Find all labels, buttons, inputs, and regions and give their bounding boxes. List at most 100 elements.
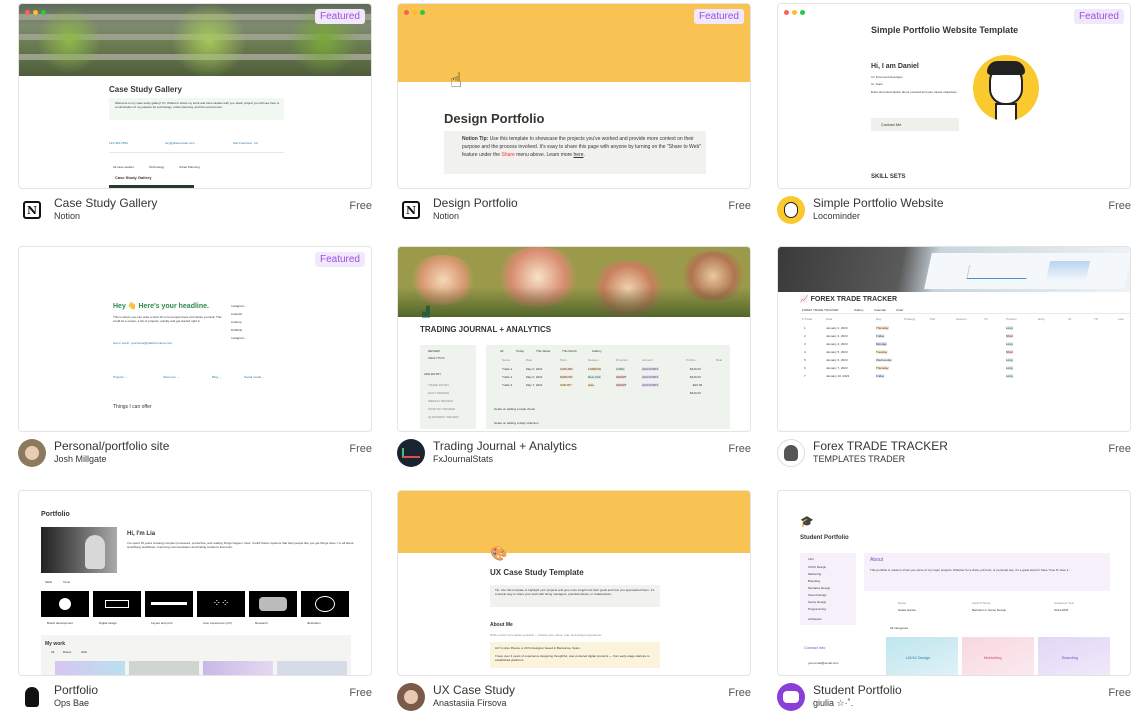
template-meta: Trading Journal + Analytics FxJournalSta… (397, 437, 751, 477)
skill-tiles: ⁘⁘ (41, 591, 351, 617)
category-tile-marketing: Marketing (962, 637, 1034, 675)
template-card-portfolio[interactable]: Portfolio Hi, I'm Lia I've spent 15 year… (18, 490, 372, 721)
window-dots (25, 10, 46, 15)
template-name[interactable]: UX Case Study (433, 683, 515, 697)
preview-headline: Hey 👋 Here's your headline. (113, 303, 209, 310)
template-card-case-study-gallery[interactable]: Featured Case Study Gallery Welcome to m… (18, 3, 372, 234)
chart-logo-icon (397, 439, 425, 467)
price-label: Free (728, 687, 751, 699)
cover-image (398, 247, 750, 317)
template-card-ux-case-study[interactable]: 🎨 UX Case Study Template Tip: Use this t… (397, 490, 751, 721)
work-section: My work All Brand Web (41, 635, 351, 675)
template-meta: UX Case Study Anastasiia Firsova Free (397, 681, 751, 721)
creator-name[interactable]: Anastasiia Firsova (433, 698, 507, 708)
price-label: Free (728, 200, 751, 212)
about-section: About This portfolio is made to show you… (864, 553, 1110, 591)
preview-title: Portfolio (41, 511, 70, 518)
cartoon-avatar-icon (18, 683, 46, 711)
creator-name[interactable]: Ops Bae (54, 698, 89, 708)
preview-title: 📈 FOREX TRADE TRACKER (800, 296, 897, 303)
profile-photo (41, 527, 117, 573)
template-meta: N Design Portfolio Notion Free (397, 194, 751, 234)
category-tile-branding: Branding (1038, 637, 1110, 675)
intro-callout: Hi! I'm Alex Rivera, a UX/UI designer ba… (490, 642, 660, 668)
preview-nav: Intro UX/UI Design Marketing Branding Na… (800, 553, 856, 625)
template-preview[interactable]: ▟ TRADING JOURNAL + ANALYTICS REVIEW ANA… (397, 246, 751, 432)
pointing-hand-icon: ☝ (450, 70, 463, 92)
notion-logo-icon: N (18, 196, 46, 224)
template-meta: Personal/portfolio site Josh Millgate Fr… (18, 437, 372, 477)
template-preview[interactable]: 🎨 UX Case Study Template Tip: Use this t… (397, 490, 751, 676)
template-card-trading-journal[interactable]: ▟ TRADING JOURNAL + ANALYTICS REVIEW ANA… (397, 246, 751, 477)
contact-button: Contact Me (871, 118, 959, 131)
person-avatar-icon (397, 683, 425, 711)
callout-box: Welcome to my case study gallery! I'm th… (109, 98, 284, 120)
price-label: Free (349, 200, 372, 212)
template-name[interactable]: Trading Journal + Analytics (433, 439, 577, 453)
featured-badge: Featured (314, 9, 365, 24)
creator-name[interactable]: Notion (54, 211, 80, 221)
template-preview[interactable]: Featured Simple Portfolio Website Templa… (777, 3, 1131, 189)
preview-title: TRADING JOURNAL + ANALYTICS (420, 325, 552, 334)
template-name[interactable]: Simple Portfolio Website (813, 196, 944, 210)
template-name[interactable]: Forex TRADE TRACKER (813, 439, 948, 453)
template-name[interactable]: Design Portfolio (433, 196, 518, 210)
preview-title: Case Study Gallery (109, 85, 182, 94)
category-tile-ux: UX/UI Design (886, 637, 958, 675)
featured-badge: Featured (1073, 9, 1124, 24)
template-name[interactable]: Personal/portfolio site (54, 439, 169, 453)
template-preview[interactable]: Featured Case Study Gallery Welcome to m… (18, 3, 372, 189)
featured-badge: Featured (693, 9, 744, 24)
template-preview[interactable]: Portfolio Hi, I'm Lia I've spent 15 year… (18, 490, 372, 676)
preview-sidebar: REVIEW ANALYTICS ADD ENTRY TRADE ENTRY D… (420, 345, 476, 429)
template-name[interactable]: Case Study Gallery (54, 196, 157, 210)
creator-name[interactable]: giulia ☆·˚. (813, 698, 853, 709)
tip-callout: Notion Tip: Use this template to showcas… (444, 131, 706, 174)
template-card-design-portfolio[interactable]: Featured ☝ Design Portfolio Notion Tip: … (397, 3, 751, 234)
preview-title: UX Case Study Template (490, 568, 584, 577)
template-preview[interactable]: Featured Hey 👋 Here's your headline. Thi… (18, 246, 372, 432)
palette-icon: 🎨 (490, 545, 508, 561)
cover-band (398, 491, 750, 553)
template-card-personal-portfolio-site[interactable]: Featured Hey 👋 Here's your headline. Thi… (18, 246, 372, 477)
window-dots (784, 10, 805, 15)
window-dots (404, 10, 425, 15)
template-preview[interactable]: 🎓 Student Portfolio Intro UX/UI Design M… (777, 490, 1131, 676)
notion-logo-icon: N (397, 196, 425, 224)
template-meta: Simple Portfolio Website Locominder Free (777, 194, 1131, 234)
creator-name[interactable]: Locominder (813, 211, 860, 221)
price-label: Free (349, 443, 372, 455)
template-preview[interactable]: Featured ☝ Design Portfolio Notion Tip: … (397, 3, 751, 189)
person-avatar-icon (777, 439, 805, 467)
template-meta: N Case Study Gallery Notion Free (18, 194, 372, 234)
preview-table: All Today This Week This Month Gallery N… (486, 345, 730, 429)
template-name[interactable]: Student Portfolio (813, 683, 902, 697)
template-card-student-portfolio[interactable]: 🎓 Student Portfolio Intro UX/UI Design M… (777, 490, 1131, 721)
price-label: Free (1108, 687, 1131, 699)
preview-title: Simple Portfolio Website Template (871, 25, 1019, 35)
creator-name[interactable]: FxJournalStats (433, 454, 493, 464)
price-label: Free (1108, 200, 1131, 212)
creator-name[interactable]: Notion (433, 211, 459, 221)
price-label: Free (349, 687, 372, 699)
template-meta: Forex TRADE TRACKER TEMPLATES TRADER Fre… (777, 437, 1131, 477)
creator-name[interactable]: Josh Millgate (54, 454, 107, 464)
profile-illustration (973, 55, 1039, 121)
featured-badge: Featured (314, 252, 365, 267)
student-avatar-icon (777, 683, 805, 711)
price-label: Free (728, 443, 751, 455)
template-preview[interactable]: 📈 FOREX TRADE TRACKER FOREX TRADE TRACKE… (777, 246, 1131, 432)
price-label: Free (1108, 443, 1131, 455)
template-name[interactable]: Portfolio (54, 683, 98, 697)
template-card-forex-trade-tracker[interactable]: 📈 FOREX TRADE TRACKER FOREX TRADE TRACKE… (777, 246, 1131, 477)
template-meta: Portfolio Ops Bae Free (18, 681, 372, 721)
template-meta: Student Portfolio giulia ☆·˚. Free (777, 681, 1131, 721)
cartoon-avatar-icon (777, 196, 805, 224)
graduation-cap-icon: 🎓 (800, 516, 814, 528)
creator-name[interactable]: TEMPLATES TRADER (813, 454, 905, 464)
person-avatar-icon (18, 439, 46, 467)
template-card-simple-portfolio-website[interactable]: Featured Simple Portfolio Website Templa… (777, 3, 1131, 234)
preview-title: Design Portfolio (444, 111, 545, 126)
tip-callout: Tip: Use this template to highlight your… (490, 585, 660, 607)
cover-image (778, 247, 1130, 292)
